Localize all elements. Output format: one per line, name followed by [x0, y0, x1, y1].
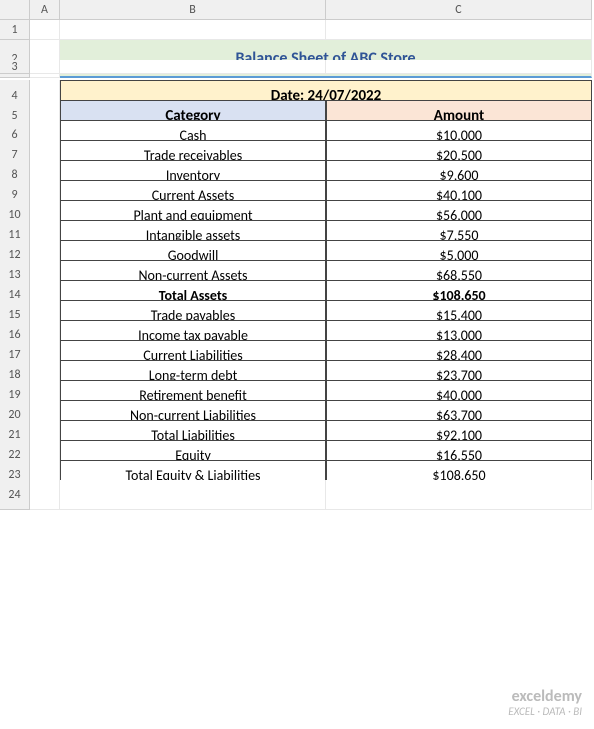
cell-B3[interactable] — [60, 60, 326, 74]
corner-cell — [0, 0, 30, 20]
row-header-24[interactable]: 24 — [0, 480, 30, 510]
cell-A1[interactable] — [30, 20, 60, 40]
watermark: exceldemy EXCEL · DATA · BI — [508, 688, 582, 718]
cell-C24[interactable] — [326, 480, 592, 510]
cell-C1[interactable] — [326, 20, 592, 40]
column-header-C[interactable]: C — [326, 0, 592, 20]
row-header-1[interactable]: 1 — [0, 20, 30, 40]
cell-A24[interactable] — [30, 480, 60, 510]
watermark-line1: exceldemy — [512, 687, 582, 706]
cell-B1[interactable] — [60, 20, 326, 40]
cell-C3[interactable] — [326, 60, 592, 74]
watermark-line2: EXCEL · DATA · BI — [508, 705, 582, 718]
column-header-A[interactable]: A — [30, 0, 60, 20]
cell-A3[interactable] — [30, 60, 60, 74]
row-header-3[interactable]: 3 — [0, 60, 30, 74]
cell-B24[interactable] — [60, 480, 326, 510]
spreadsheet-grid[interactable]: ABC12Balance Sheet of ABC Store34Date: 2… — [0, 0, 594, 500]
column-header-B[interactable]: B — [60, 0, 326, 20]
